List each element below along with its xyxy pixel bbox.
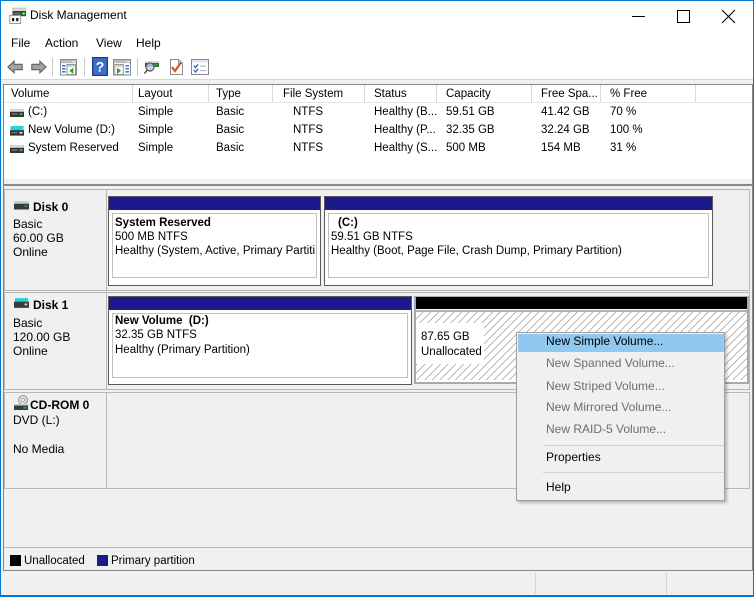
svg-text:?: ?: [96, 59, 105, 75]
